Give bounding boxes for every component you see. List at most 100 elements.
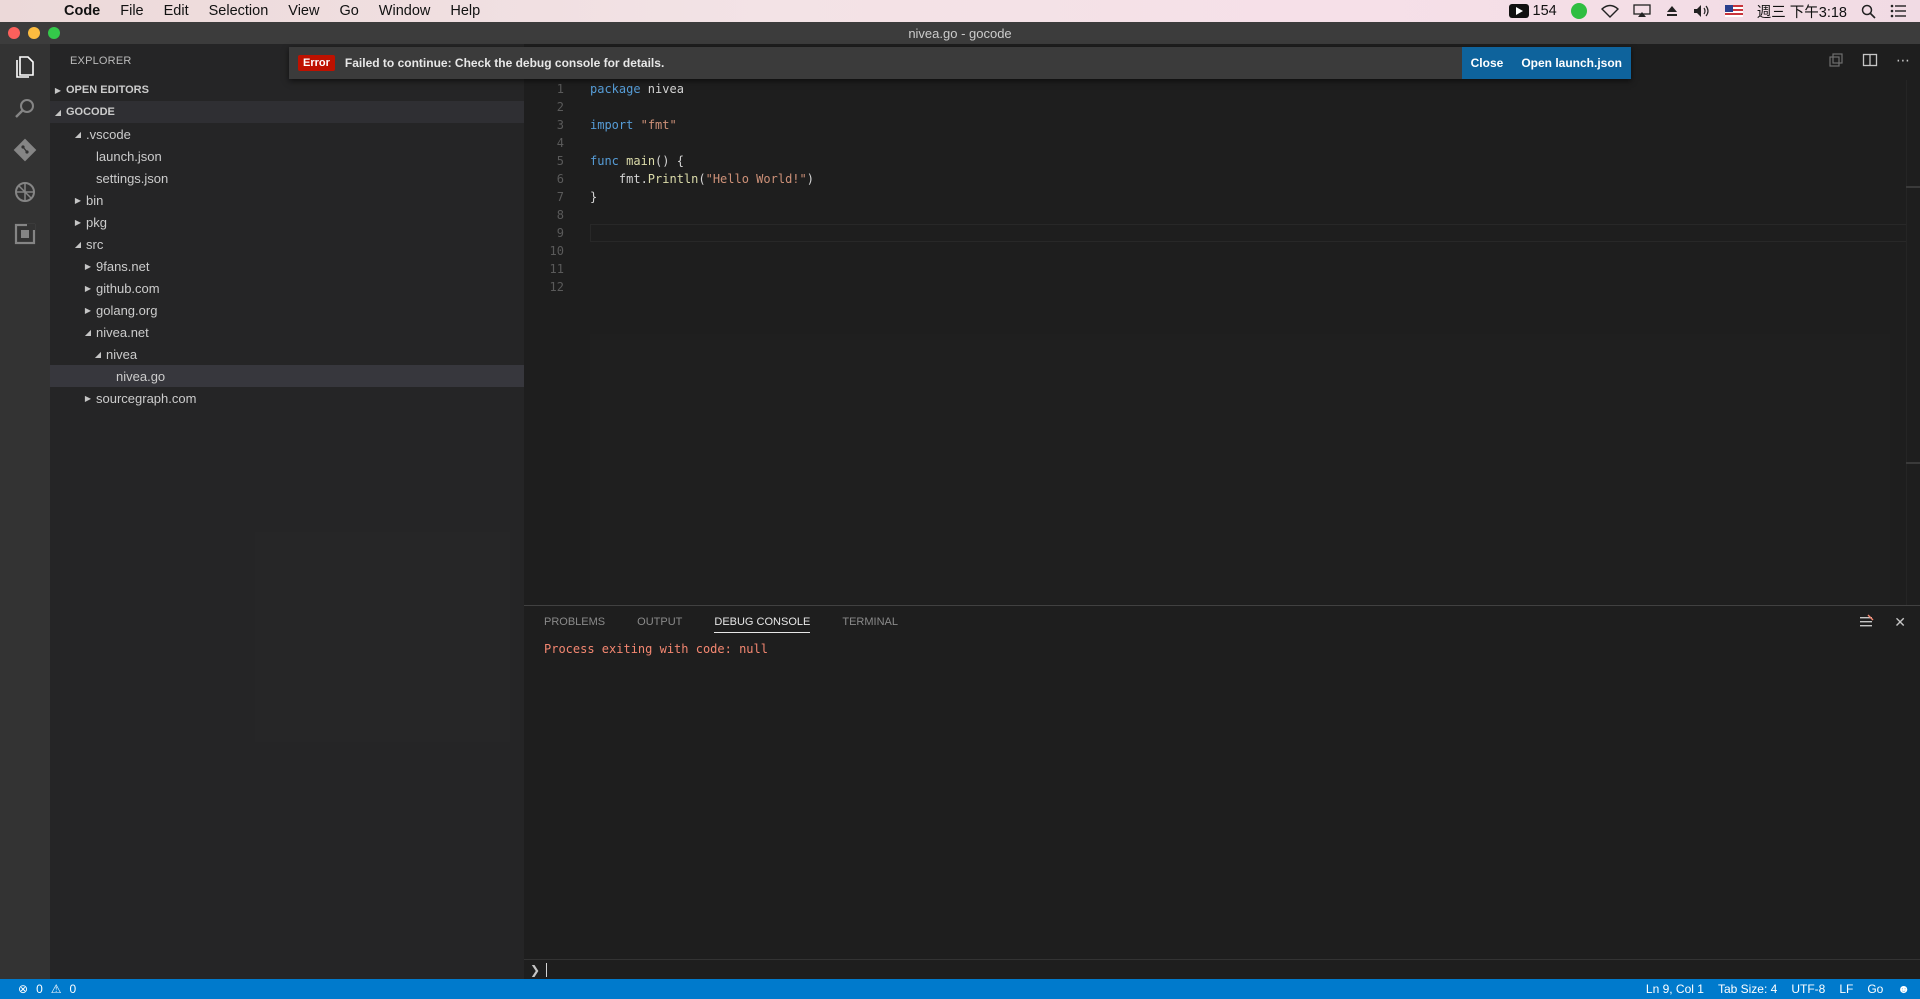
tab-size[interactable]: Tab Size: 4 [1718, 982, 1777, 996]
scrollbar-marker [1906, 186, 1920, 188]
panel-tabs: PROBLEMS OUTPUT DEBUG CONSOLE TERMINAL [544, 616, 898, 633]
debug-console-output: Process exiting with code: null [544, 642, 768, 656]
file-tree-label: .vscode [86, 126, 131, 142]
file-tree-folder[interactable]: ◢ nivea [50, 343, 524, 365]
eject-icon[interactable] [1665, 4, 1679, 18]
file-tree-file[interactable]: settings.json [50, 167, 524, 189]
file-tree-label: nivea.go [116, 368, 166, 384]
tab-problems[interactable]: PROBLEMS [544, 616, 605, 633]
workspace-section[interactable]: ◢ GOCODE [50, 101, 524, 123]
tab-debug-console[interactable]: DEBUG CONSOLE [714, 616, 811, 633]
close-panel-icon[interactable]: ✕ [1894, 614, 1906, 631]
code-token: fmt. [590, 172, 648, 186]
airplay-icon[interactable] [1633, 4, 1651, 18]
menu-help[interactable]: Help [440, 3, 490, 19]
debug-console-input[interactable]: ❯ [524, 959, 1920, 979]
problems-status[interactable]: ⊗ 0 ⚠ 0 [0, 982, 76, 996]
input-source-flag-icon[interactable] [1724, 5, 1743, 17]
error-count: 0 [36, 982, 43, 996]
file-encoding[interactable]: UTF-8 [1791, 982, 1825, 996]
chevron-down-icon: ◢ [74, 129, 82, 139]
open-changes-icon[interactable] [1828, 52, 1844, 68]
menu-app-name[interactable]: Code [54, 3, 110, 19]
file-tree: ◢ .vscode launch.json settings.json ▶ bin ▶ pkg… [50, 123, 524, 409]
workspace-label: GOCODE [66, 106, 115, 118]
zoom-window-button[interactable] [48, 27, 60, 39]
code-content[interactable]: package nivea import "fmt" func main() { f… [590, 80, 814, 296]
notification-center-icon[interactable] [1890, 4, 1906, 18]
code-token: package [590, 82, 641, 96]
chevron-right-icon: ▶ [74, 217, 82, 227]
menu-go[interactable]: Go [329, 3, 368, 19]
tab-output[interactable]: OUTPUT [637, 616, 682, 633]
feedback-smiley-icon[interactable]: ☻ [1897, 982, 1910, 996]
editor-area[interactable]: ⋯ 1 2 3 4 5 6 7 8 9 10 11 12 package nivea import "f… [524, 44, 1920, 605]
code-line: fmt.Println("Hello World!") [590, 170, 814, 188]
minimize-window-button[interactable] [28, 27, 40, 39]
chevron-right-icon: ▶ [54, 85, 62, 95]
clear-console-icon[interactable] [1858, 614, 1874, 630]
file-tree-folder[interactable]: ◢ .vscode [50, 123, 524, 145]
file-tree-label: nivea.net [96, 324, 149, 340]
youtube-status-item[interactable]: 154 [1508, 3, 1557, 19]
line-number: 1 [556, 82, 564, 96]
extensions-icon [14, 223, 36, 245]
tab-terminal[interactable]: TERMINAL [842, 616, 898, 633]
chevron-right-icon: ▶ [84, 283, 92, 293]
file-tree-folder[interactable]: ▶ 9fans.net [50, 255, 524, 277]
activity-explorer[interactable] [0, 44, 50, 88]
more-actions-icon[interactable]: ⋯ [1896, 52, 1910, 69]
spotlight-search-icon[interactable] [1861, 4, 1876, 19]
file-tree-file[interactable]: launch.json [50, 145, 524, 167]
code-line: func main() { [590, 152, 814, 170]
open-editors-section[interactable]: ▶ OPEN EDITORS [50, 79, 524, 101]
menu-window[interactable]: Window [369, 3, 441, 19]
volume-icon[interactable] [1693, 4, 1711, 18]
activity-bar [0, 44, 50, 979]
chevron-right-icon: ▶ [84, 261, 92, 271]
file-tree-folder[interactable]: ▶ golang.org [50, 299, 524, 321]
wifi-icon[interactable] [1600, 4, 1619, 18]
menu-view[interactable]: View [278, 3, 329, 19]
line-number: 6 [556, 172, 564, 186]
warning-count: 0 [69, 982, 77, 996]
scrollbar-marker [1906, 462, 1920, 464]
end-of-line[interactable]: LF [1839, 982, 1853, 996]
file-tree-folder[interactable]: ▶ bin [50, 189, 524, 211]
file-tree-label: nivea [106, 346, 138, 362]
cursor-position[interactable]: Ln 9, Col 1 [1646, 982, 1704, 996]
file-tree-folder[interactable]: ▶ pkg [50, 211, 524, 233]
open-launch-json-button[interactable]: Open launch.json [1512, 47, 1631, 79]
activity-source-control[interactable] [0, 128, 50, 172]
editor-actions: ⋯ [1828, 52, 1910, 69]
file-tree-label: 9fans.net [96, 258, 150, 274]
activity-extensions[interactable] [0, 212, 50, 256]
editor-scrollbar[interactable] [1906, 80, 1920, 605]
notification-actions: Close Open launch.json [1461, 47, 1631, 79]
activity-search[interactable] [0, 86, 50, 130]
file-tree-folder[interactable]: ◢ src [50, 233, 524, 255]
file-tree-folder[interactable]: ◢ nivea.net [50, 321, 524, 343]
code-token: nivea [640, 82, 684, 96]
menu-selection[interactable]: Selection [199, 3, 279, 19]
close-notification-button[interactable]: Close [1461, 47, 1513, 79]
menu-edit[interactable]: Edit [154, 3, 199, 19]
window-controls [8, 27, 60, 39]
file-tree-folder[interactable]: ▶ github.com [50, 277, 524, 299]
split-editor-icon[interactable] [1862, 52, 1878, 68]
language-mode[interactable]: Go [1867, 982, 1883, 996]
file-tree-file[interactable]: nivea.go [50, 365, 524, 387]
line-number: 9 [556, 226, 564, 240]
menu-file[interactable]: File [110, 3, 153, 19]
code-token: } [590, 190, 598, 204]
code-token: ( [698, 172, 706, 186]
close-window-button[interactable] [8, 27, 20, 39]
code-line: } [590, 188, 814, 206]
line-app-icon[interactable] [1570, 3, 1587, 19]
activity-debug[interactable] [0, 170, 50, 214]
menu-bar-clock[interactable]: 週三 下午3:18 [1757, 1, 1847, 22]
line-number: 8 [556, 208, 564, 222]
file-tree-folder[interactable]: ▶ sourcegraph.com [50, 387, 524, 409]
